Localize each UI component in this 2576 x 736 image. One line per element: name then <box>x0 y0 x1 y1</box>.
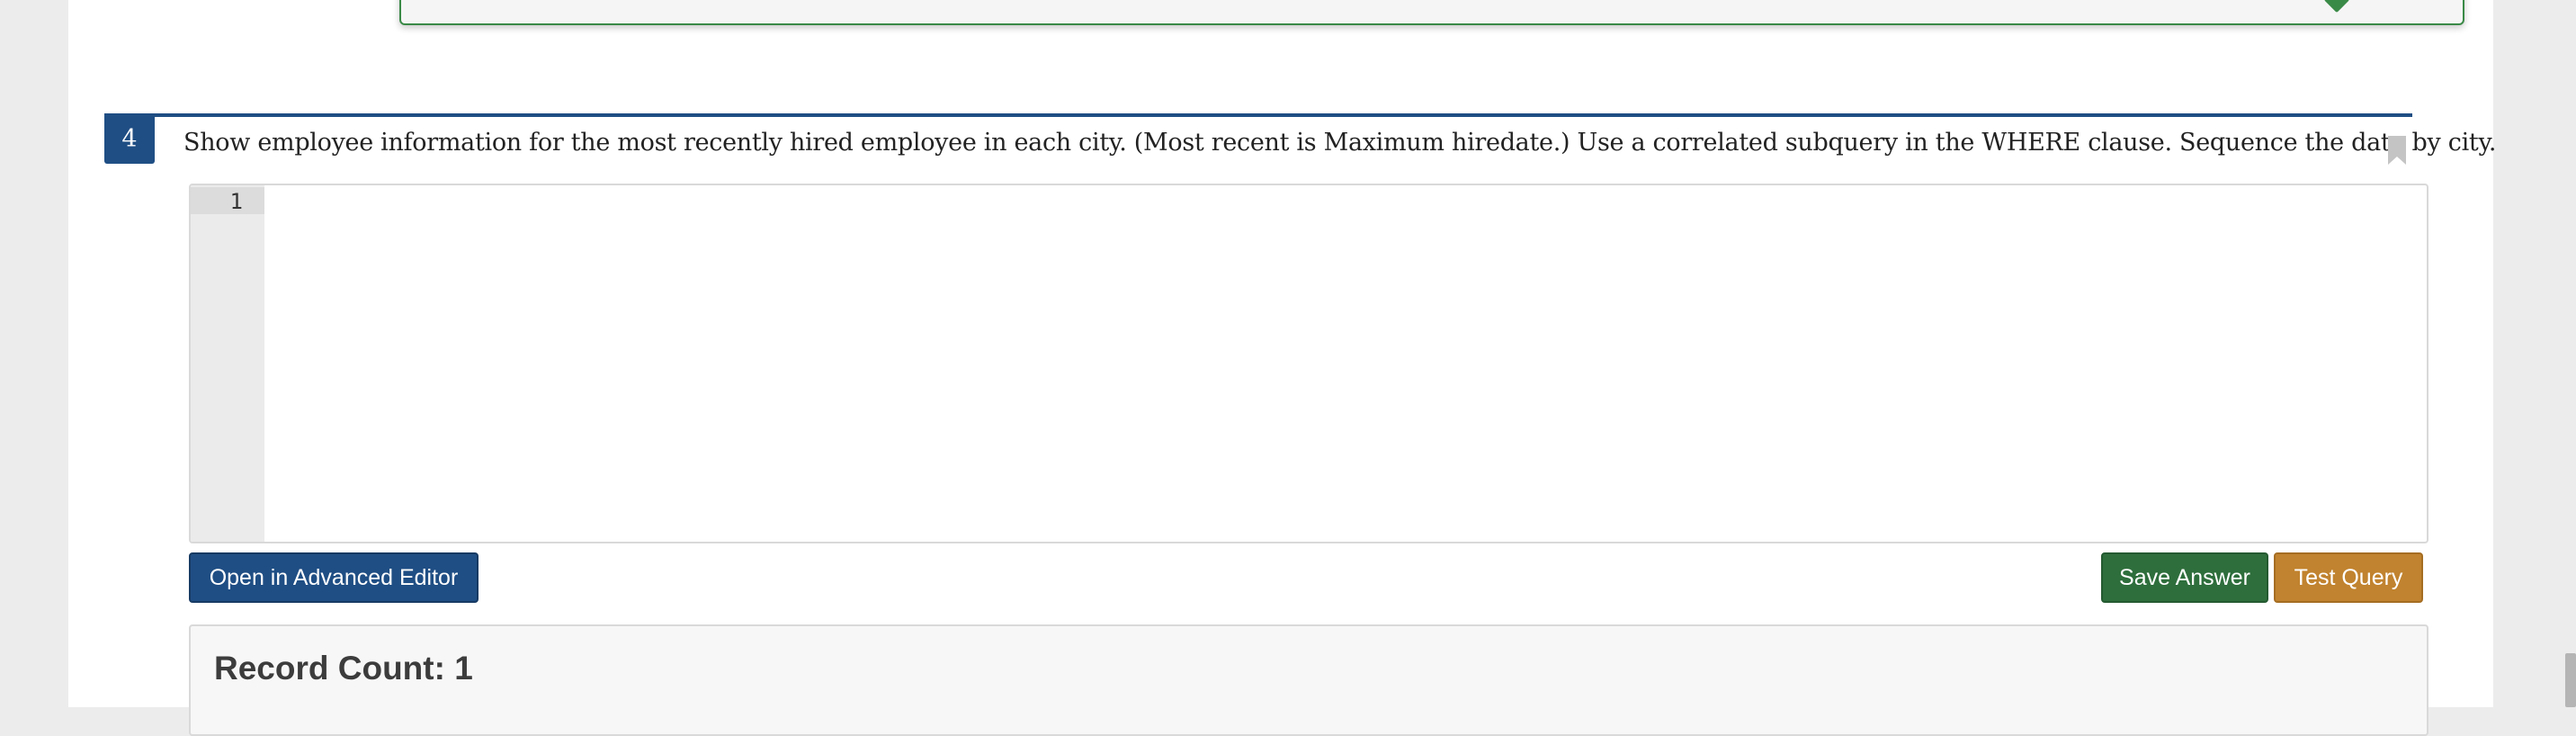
question-text: Show employee information for the most r… <box>183 129 2497 157</box>
open-advanced-editor-button[interactable]: Open in Advanced Editor <box>189 552 479 603</box>
previous-question-result-box <box>399 0 2464 25</box>
bookmark-icon[interactable] <box>2387 135 2407 166</box>
page-scrollbar[interactable] <box>2565 653 2576 707</box>
record-count: Record Count: 1 <box>214 650 473 687</box>
question-number-badge: 4 <box>104 113 155 164</box>
test-query-button[interactable]: Test Query <box>2274 552 2423 603</box>
query-result-panel: Record Count: 1 <box>189 624 2428 736</box>
question-divider <box>104 113 2412 117</box>
line-number: 1 <box>229 189 243 214</box>
active-line-highlight: 1 <box>191 187 264 214</box>
page-content: 4 Show employee information for the most… <box>68 0 2497 736</box>
line-number-gutter: 1 <box>191 185 264 542</box>
sql-code-editor[interactable]: 1 <box>189 184 2428 543</box>
save-answer-button[interactable]: Save Answer <box>2101 552 2268 603</box>
